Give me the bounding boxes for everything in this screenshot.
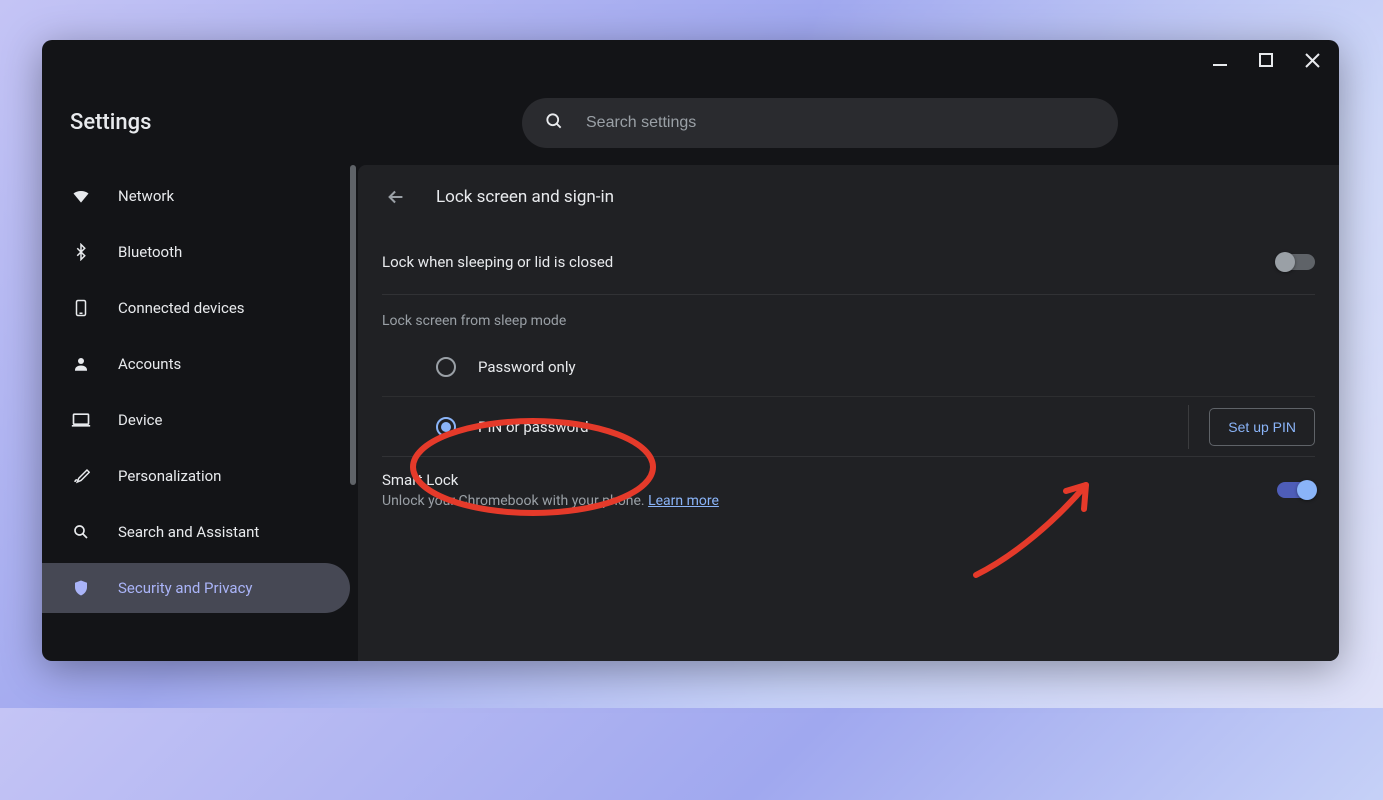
page-title: Lock screen and sign-in [436,187,614,207]
laptop-icon [70,409,92,431]
search-input[interactable] [586,114,1096,132]
sidebar-item-label: Bluetooth [118,243,182,261]
minimize-button[interactable] [1211,51,1229,69]
smart-lock-title: Smart Lock [382,471,719,489]
learn-more-link[interactable]: Learn more [648,493,719,509]
radio-pin-or-password[interactable] [436,417,456,437]
header: Settings [42,80,1339,165]
sidebar: Network Bluetooth Connected devices Acco… [42,165,358,661]
shield-icon [70,577,92,599]
sidebar-item-label: Accounts [118,355,181,373]
setup-pin-button[interactable]: Set up PIN [1209,408,1315,446]
smart-lock-sub-text: Unlock your Chromebook with your phone. [382,493,648,509]
lock-mode-section-label: Lock screen from sleep mode [382,313,1315,329]
sidebar-item-search-assistant[interactable]: Search and Assistant [42,507,350,557]
radio-password-only[interactable] [436,357,456,377]
sidebar-item-label: Security and Privacy [118,579,253,597]
sidebar-item-personalization[interactable]: Personalization [42,451,350,501]
search-icon [544,111,564,135]
sidebar-item-security-privacy[interactable]: Security and Privacy [42,563,350,613]
close-button[interactable] [1303,51,1321,69]
sidebar-item-label: Personalization [118,467,221,485]
wifi-icon [70,185,92,207]
bluetooth-icon [70,241,92,263]
sidebar-item-connected-devices[interactable]: Connected devices [42,283,350,333]
person-icon [70,353,92,375]
back-button[interactable] [380,181,412,213]
lock-sleep-label: Lock when sleeping or lid is closed [382,253,613,271]
sidebar-item-label: Device [118,411,162,429]
sidebar-item-label: Search and Assistant [118,523,259,541]
main-content: Lock screen and sign-in Lock when sleepi… [358,165,1339,661]
maximize-button[interactable] [1257,51,1275,69]
lock-sleep-toggle[interactable] [1277,254,1315,270]
smart-lock-subtitle: Unlock your Chromebook with your phone. … [382,493,719,509]
smart-lock-toggle[interactable] [1277,482,1315,498]
window-titlebar [42,40,1339,80]
sidebar-item-network[interactable]: Network [42,171,350,221]
search-icon [70,521,92,543]
app-title: Settings [70,110,151,135]
radio-password-label: Password only [478,358,576,376]
sidebar-item-label: Network [118,187,174,205]
sidebar-scrollbar[interactable] [350,165,356,485]
radio-pin-label: PIN or password [478,418,589,436]
brush-icon [70,465,92,487]
settings-window: Settings Network Bluetooth Connected dev… [42,40,1339,661]
sidebar-item-device[interactable]: Device [42,395,350,445]
sidebar-item-bluetooth[interactable]: Bluetooth [42,227,350,277]
sidebar-item-label: Connected devices [118,299,245,317]
sidebar-item-accounts[interactable]: Accounts [42,339,350,389]
phone-icon [70,297,92,319]
search-box[interactable] [522,98,1118,148]
